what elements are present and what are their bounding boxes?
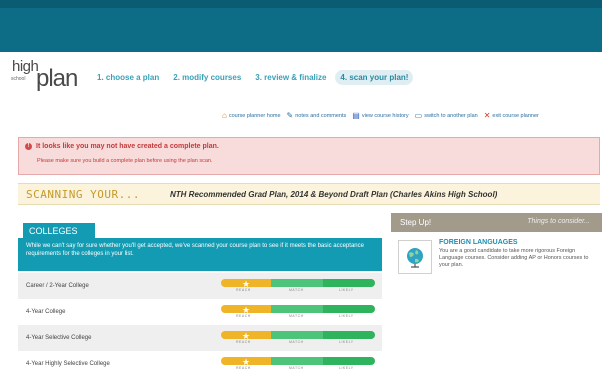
meter-label-match: MATCH xyxy=(289,366,304,370)
step-up-header: Step Up! Things to consider... xyxy=(391,213,602,232)
alert-message: Please make sure you build a complete pl… xyxy=(37,158,213,164)
acceptance-meter: ★ REACH MATCH LIKELY xyxy=(221,355,375,372)
alert-title-line: ! It looks like you may not have created… xyxy=(25,143,219,150)
logo-plan: plan xyxy=(36,65,78,92)
tool-label: course planner home xyxy=(228,113,281,119)
step-review-finalize[interactable]: 3. review & finalize xyxy=(250,70,331,85)
college-type: 4-Year Selective College xyxy=(26,335,92,341)
tool-exit-planner[interactable]: ✕ exit course planner xyxy=(484,112,539,120)
step-up-item-text: You are a good candidate to take more ri… xyxy=(439,248,589,268)
meter-label-likely: LIKELY xyxy=(339,314,354,318)
tool-notes-comments[interactable]: ✎ notes and comments xyxy=(287,112,347,120)
acceptance-meter: ★ REACH MATCH LIKELY xyxy=(221,329,375,346)
top-banner-shade xyxy=(0,0,602,8)
home-icon: ⌂ xyxy=(222,111,227,120)
meter-match xyxy=(271,305,323,313)
step-modify-courses[interactable]: 2. modify courses xyxy=(168,70,246,85)
colleges-intro: While we can't say for sure whether you'… xyxy=(18,238,382,271)
meter-label-match: MATCH xyxy=(289,340,304,344)
meter-label-reach: REACH xyxy=(236,366,251,370)
meter-match xyxy=(271,357,323,365)
comments-icon: ✎ xyxy=(286,111,294,120)
meter-match xyxy=(271,331,323,339)
meter-label-match: MATCH xyxy=(289,314,304,318)
globe-icon-svg xyxy=(407,248,423,268)
college-row: 4-Year Highly Selective College ★ REACH … xyxy=(18,351,382,377)
college-row: 4-Year College ★ REACH MATCH LIKELY xyxy=(18,299,382,325)
tool-label: switch to another plan xyxy=(424,113,478,119)
alert-title: It looks like you may not have created a… xyxy=(36,143,219,150)
meter-likely xyxy=(323,279,375,287)
meter-reach: ★ xyxy=(221,305,271,315)
meter-likely xyxy=(323,331,375,339)
tool-course-history[interactable]: ▤ view course history xyxy=(352,112,408,120)
acceptance-meter: ★ REACH MATCH LIKELY xyxy=(221,303,375,320)
meter-label-reach: REACH xyxy=(236,314,251,318)
colleges-panel: COLLEGES While we can't say for sure whe… xyxy=(18,216,382,387)
globe-icon xyxy=(398,240,432,274)
meter-label-reach: REACH xyxy=(236,340,251,344)
scan-plan-name: NTH Recommended Grad Plan, 2014 & Beyond… xyxy=(170,190,498,199)
acceptance-meter: ★ REACH MATCH LIKELY xyxy=(221,277,375,294)
step-up-item-title[interactable]: FOREIGN LANGUAGES xyxy=(439,239,518,246)
college-type: 4-Year College xyxy=(26,309,66,315)
logo-school: school xyxy=(11,76,26,82)
planner-toolbar: ⌂ course planner home ✎ notes and commen… xyxy=(222,112,539,120)
history-icon: ▤ xyxy=(352,111,360,120)
college-type: Career / 2-Year College xyxy=(26,283,89,289)
meter-reach: ★ xyxy=(221,279,271,289)
meter-reach: ★ xyxy=(221,331,271,341)
scan-label: SCANNING YOUR... xyxy=(26,188,140,201)
meter-label-reach: REACH xyxy=(236,288,251,292)
alert-icon: ! xyxy=(25,143,32,150)
app-logo[interactable]: high school plan xyxy=(10,56,90,96)
scan-banner: SCANNING YOUR... NTH Recommended Grad Pl… xyxy=(18,183,600,205)
tool-course-planner-home[interactable]: ⌂ course planner home xyxy=(222,112,281,120)
incomplete-plan-alert: ! It looks like you may not have created… xyxy=(18,137,600,175)
college-row: 4-Year Selective College ★ REACH MATCH L… xyxy=(18,325,382,351)
college-type: 4-Year Highly Selective College xyxy=(26,361,110,367)
meter-likely xyxy=(323,305,375,313)
step-up-title: Step Up! xyxy=(400,218,432,227)
tool-label: notes and comments xyxy=(295,113,347,119)
step-up-subtitle: Things to consider... xyxy=(527,218,590,225)
meter-label-likely: LIKELY xyxy=(339,340,354,344)
meter-likely xyxy=(323,357,375,365)
meter-reach: ★ xyxy=(221,357,271,367)
logo-high: high xyxy=(12,58,39,75)
step-choose-plan[interactable]: 1. choose a plan xyxy=(92,70,164,85)
tool-label: exit course planner xyxy=(492,113,539,119)
tool-label: view course history xyxy=(361,113,409,119)
meter-label-likely: LIKELY xyxy=(339,288,354,292)
tool-switch-plan[interactable]: ▭ switch to another plan xyxy=(415,112,478,120)
meter-match xyxy=(271,279,323,287)
college-row: Career / 2-Year College ★ REACH MATCH LI… xyxy=(18,273,382,299)
step-nav: 1. choose a plan 2. modify courses 3. re… xyxy=(92,70,414,85)
step-scan-plan[interactable]: 4. scan your plan! xyxy=(335,70,414,85)
step-up-panel: Step Up! Things to consider... FOREIGN L… xyxy=(391,213,602,293)
colleges-tab: COLLEGES xyxy=(23,223,95,239)
switch-icon: ▭ xyxy=(414,111,423,120)
meter-label-likely: LIKELY xyxy=(339,366,354,370)
step-up-item[interactable]: FOREIGN LANGUAGES You are a good candida… xyxy=(391,232,602,293)
top-banner xyxy=(0,0,602,52)
meter-label-match: MATCH xyxy=(289,288,304,292)
exit-icon: ✕ xyxy=(483,111,491,120)
